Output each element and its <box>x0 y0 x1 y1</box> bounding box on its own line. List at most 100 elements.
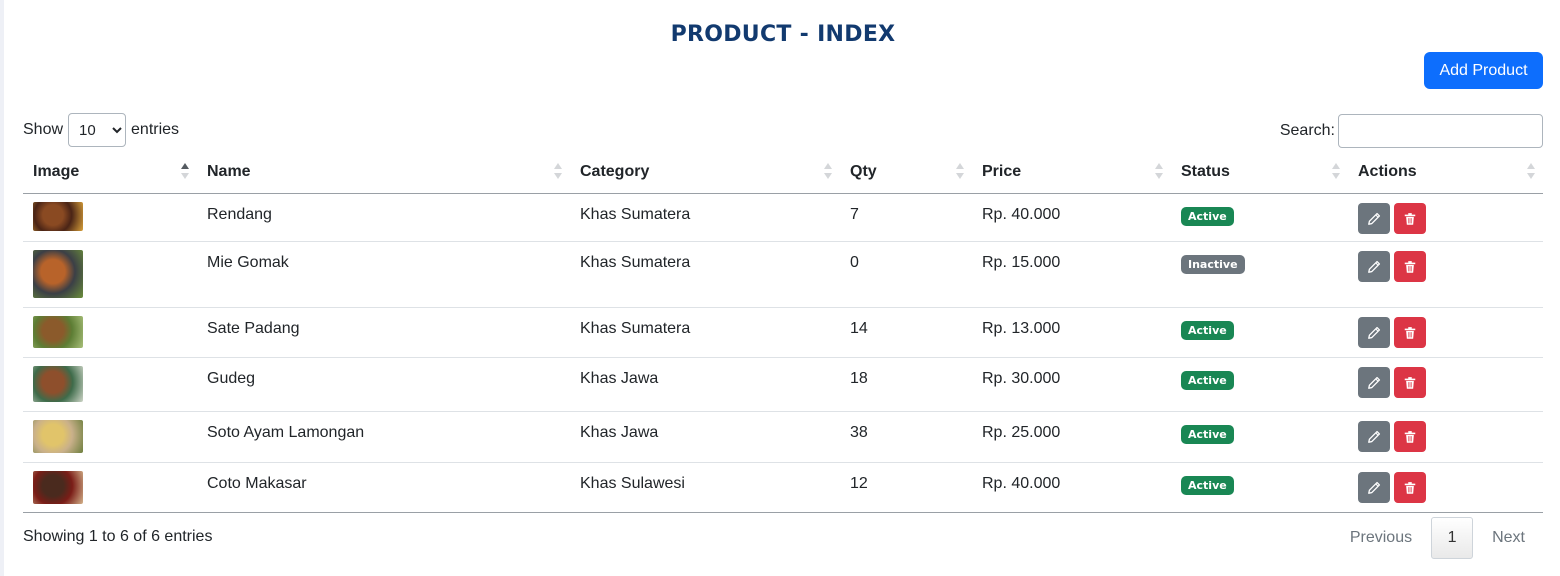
search-control: Search: <box>1280 113 1543 149</box>
column-header-status[interactable]: Status <box>1171 150 1348 194</box>
price-cell: Rp. 40.000 <box>972 193 1171 242</box>
sort-icon <box>1332 163 1340 181</box>
status-cell: Active <box>1171 411 1348 463</box>
category-cell: Khas Sumatera <box>570 307 840 358</box>
left-edge-strip <box>0 0 4 576</box>
name-cell: Sate Padang <box>197 307 570 358</box>
page-length-control: Show 10 entries <box>23 113 179 147</box>
row-actions <box>1358 472 1533 503</box>
delete-button[interactable] <box>1394 367 1426 398</box>
edit-button[interactable] <box>1358 367 1390 398</box>
category-cell: Khas Jawa <box>570 357 840 412</box>
column-header-label: Category <box>580 162 650 180</box>
image-cell <box>23 241 197 308</box>
row-actions <box>1358 251 1533 282</box>
product-thumbnail <box>33 471 83 504</box>
status-badge: Active <box>1181 371 1234 390</box>
product-category: Khas Jawa <box>580 424 659 441</box>
edit-button[interactable] <box>1358 317 1390 348</box>
search-input[interactable] <box>1338 114 1543 148</box>
actions-cell <box>1348 462 1543 513</box>
column-header-category[interactable]: Category <box>570 150 840 194</box>
table-row: Rendang Khas Sumatera 7 Rp. 40.000 Active <box>23 193 1543 242</box>
category-cell: Khas Sumatera <box>570 241 840 308</box>
edit-button[interactable] <box>1358 203 1390 234</box>
product-qty: 0 <box>850 254 859 271</box>
product-category: Khas Jawa <box>580 370 659 387</box>
product-qty: 14 <box>850 320 868 337</box>
products-table: Image Name Category Qty Price Status Act… <box>23 150 1543 513</box>
row-actions <box>1358 203 1533 234</box>
image-cell <box>23 193 197 242</box>
qty-cell: 7 <box>840 193 972 242</box>
status-cell: Active <box>1171 462 1348 513</box>
actions-cell <box>1348 357 1543 412</box>
column-header-price[interactable]: Price <box>972 150 1171 194</box>
table-header-row: Image Name Category Qty Price Status Act… <box>23 150 1543 194</box>
sort-icon <box>956 163 964 181</box>
product-price: Rp. 25.000 <box>982 424 1061 441</box>
actions-cell <box>1348 307 1543 358</box>
next-page-button[interactable]: Next <box>1474 518 1543 558</box>
name-cell: Gudeg <box>197 357 570 412</box>
trash-icon <box>1403 481 1417 495</box>
price-cell: Rp. 15.000 <box>972 241 1171 308</box>
edit-button[interactable] <box>1358 251 1390 282</box>
table-row: Soto Ayam Lamongan Khas Jawa 38 Rp. 25.000 A… <box>23 411 1543 463</box>
actions-cell <box>1348 241 1543 308</box>
pencil-icon <box>1367 376 1381 390</box>
name-cell: Soto Ayam Lamongan <box>197 411 570 463</box>
product-name: Sate Padang <box>207 320 300 337</box>
page-title: PRODUCT - INDEX <box>670 22 896 47</box>
qty-cell: 18 <box>840 357 972 412</box>
delete-button[interactable] <box>1394 251 1426 282</box>
product-qty: 38 <box>850 424 868 441</box>
product-category: Khas Sulawesi <box>580 475 685 492</box>
actions-cell <box>1348 193 1543 242</box>
table-row: Gudeg Khas Jawa 18 Rp. 30.000 Active <box>23 357 1543 412</box>
search-label: Search: <box>1279 122 1335 139</box>
delete-button[interactable] <box>1394 472 1426 503</box>
qty-cell: 14 <box>840 307 972 358</box>
add-product-button[interactable]: Add Product <box>1424 52 1543 89</box>
sort-icon <box>824 163 832 181</box>
column-header-name[interactable]: Name <box>197 150 570 194</box>
sort-icon <box>554 163 562 181</box>
delete-button[interactable] <box>1394 421 1426 452</box>
category-cell: Khas Sulawesi <box>570 462 840 513</box>
price-cell: Rp. 30.000 <box>972 357 1171 412</box>
product-qty: 18 <box>850 370 868 387</box>
status-badge: Active <box>1181 476 1234 495</box>
page-1-button[interactable]: 1 <box>1431 517 1474 559</box>
status-cell: Active <box>1171 193 1348 242</box>
row-actions <box>1358 421 1533 452</box>
pencil-icon <box>1367 430 1381 444</box>
qty-cell: 0 <box>840 241 972 308</box>
product-thumbnail <box>33 250 83 298</box>
column-header-image[interactable]: Image <box>23 150 197 194</box>
product-thumbnail <box>33 420 83 453</box>
show-label: Show <box>23 121 64 138</box>
product-name: Soto Ayam Lamongan <box>207 424 365 441</box>
sort-icon <box>1527 163 1535 181</box>
category-cell: Khas Jawa <box>570 411 840 463</box>
product-price: Rp. 40.000 <box>982 475 1061 492</box>
price-cell: Rp. 40.000 <box>972 462 1171 513</box>
edit-button[interactable] <box>1358 472 1390 503</box>
column-header-label: Name <box>207 162 251 180</box>
image-cell <box>23 307 197 358</box>
column-header-actions[interactable]: Actions <box>1348 150 1543 194</box>
row-actions <box>1358 367 1533 398</box>
product-name: Coto Makasar <box>207 475 307 492</box>
delete-button[interactable] <box>1394 317 1426 348</box>
name-cell: Rendang <box>197 193 570 242</box>
delete-button[interactable] <box>1394 203 1426 234</box>
sort-asc-icon <box>181 163 189 181</box>
qty-cell: 12 <box>840 462 972 513</box>
image-cell <box>23 411 197 463</box>
column-header-qty[interactable]: Qty <box>840 150 972 194</box>
edit-button[interactable] <box>1358 421 1390 452</box>
column-header-label: Actions <box>1358 162 1417 180</box>
page-length-select[interactable]: 10 <box>68 113 127 147</box>
previous-page-button[interactable]: Previous <box>1332 518 1430 558</box>
